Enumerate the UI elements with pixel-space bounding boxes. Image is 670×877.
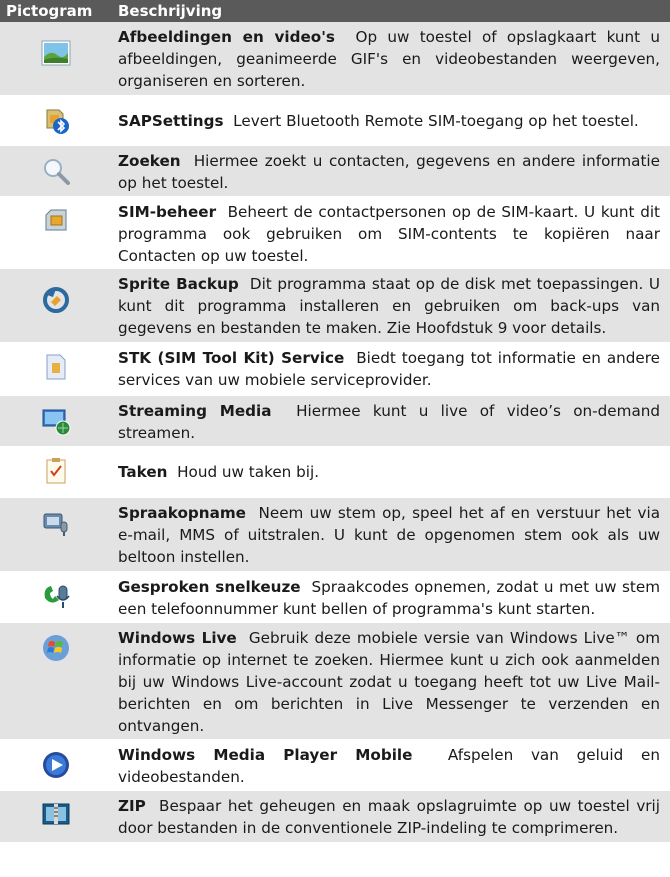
tasks-icon bbox=[44, 457, 68, 485]
table-row: ZIP Bespaar het geheugen en maak opslagr… bbox=[0, 791, 670, 843]
row-title: Afbeeldingen en video's bbox=[118, 28, 335, 46]
row-text: Streaming Media Hiermee kunt u live of v… bbox=[112, 396, 670, 446]
table-row: Windows Live Gebruik deze mobiele versie… bbox=[0, 623, 670, 740]
header-beschrijving: Beschrijving bbox=[118, 2, 223, 20]
table-row: STK (SIM Tool Kit) Service Biedt toegang… bbox=[0, 343, 670, 396]
bluetooth-sim-icon bbox=[41, 106, 71, 136]
row-title: Windows Media Player Mobile bbox=[118, 746, 413, 764]
table-row: Zoeken Hiermee zoekt u contacten, gegeve… bbox=[0, 146, 670, 197]
row-title: Spraakopname bbox=[118, 504, 246, 522]
table-row: Gesproken snelkeuze Spraakcodes opnemen,… bbox=[0, 572, 670, 623]
row-text: Windows Live Gebruik deze mobiele versie… bbox=[112, 623, 670, 739]
row-text: Afbeeldingen en video's Op uw toestel of… bbox=[112, 22, 670, 95]
row-desc: Bespaar het geheugen en maak opslagruimt… bbox=[118, 797, 660, 837]
row-title: SAPSettings bbox=[118, 112, 224, 130]
row-title: Windows Live bbox=[118, 629, 237, 647]
row-text: Windows Media Player Mobile Afspelen van… bbox=[112, 740, 670, 790]
row-text: Gesproken snelkeuze Spraakcodes opnemen,… bbox=[112, 572, 670, 622]
backup-icon bbox=[41, 285, 71, 315]
zip-icon bbox=[41, 801, 71, 827]
table-row: Afbeeldingen en video's Op uw toestel of… bbox=[0, 22, 670, 96]
row-desc: Hiermee zoekt u contacten, gegevens en a… bbox=[118, 152, 660, 192]
streaming-media-icon bbox=[41, 406, 71, 436]
row-title: Sprite Backup bbox=[118, 275, 239, 293]
row-text: ZIP Bespaar het geheugen en maak opslagr… bbox=[112, 791, 670, 842]
row-desc: Houd uw taken bij. bbox=[177, 463, 320, 481]
row-text: STK (SIM Tool Kit) Service Biedt toegang… bbox=[112, 343, 670, 395]
row-desc: Levert Bluetooth Remote SIM-toegang op h… bbox=[233, 112, 639, 130]
row-text: Sprite Backup Dit programma staat op de … bbox=[112, 269, 670, 342]
row-title: Zoeken bbox=[118, 152, 181, 170]
voice-recorder-icon bbox=[41, 508, 71, 538]
table-row: Taken Houd uw taken bij. bbox=[0, 447, 670, 498]
voice-speed-dial-icon bbox=[41, 582, 71, 610]
row-title: SIM-beheer bbox=[118, 203, 217, 221]
row-text: Taken Houd uw taken bij. bbox=[112, 447, 670, 497]
magnifier-icon bbox=[41, 156, 71, 186]
row-text: Spraakopname Neem uw stem op, speel het … bbox=[112, 498, 670, 571]
row-title: Gesproken snelkeuze bbox=[118, 578, 301, 596]
pictogram-table: Pictogram Beschrijving Afbeeldingen en v… bbox=[0, 0, 670, 843]
table-row: SAPSettings Levert Bluetooth Remote SIM-… bbox=[0, 96, 670, 146]
table-row: SIM-beheer Beheert de contactpersonen op… bbox=[0, 197, 670, 269]
table-row: Spraakopname Neem uw stem op, speel het … bbox=[0, 498, 670, 572]
row-title: Streaming Media bbox=[118, 402, 272, 420]
windows-live-icon bbox=[41, 633, 71, 663]
row-text: SAPSettings Levert Bluetooth Remote SIM-… bbox=[112, 96, 670, 145]
row-title: STK (SIM Tool Kit) Service bbox=[118, 349, 345, 367]
table-row: Sprite Backup Dit programma staat op de … bbox=[0, 269, 670, 343]
row-title: ZIP bbox=[118, 797, 146, 815]
table-header: Pictogram Beschrijving bbox=[0, 0, 670, 22]
sim-card-icon bbox=[43, 207, 69, 233]
header-pictogram: Pictogram bbox=[6, 2, 93, 20]
stk-icon bbox=[45, 353, 67, 381]
row-text: Zoeken Hiermee zoekt u contacten, gegeve… bbox=[112, 146, 670, 196]
pictures-videos-icon bbox=[41, 40, 71, 66]
table-row: Windows Media Player Mobile Afspelen van… bbox=[0, 740, 670, 791]
row-title: Taken bbox=[118, 463, 168, 481]
table-row: Streaming Media Hiermee kunt u live of v… bbox=[0, 396, 670, 447]
row-text: SIM-beheer Beheert de contactpersonen op… bbox=[112, 197, 670, 268]
media-player-icon bbox=[41, 750, 71, 780]
